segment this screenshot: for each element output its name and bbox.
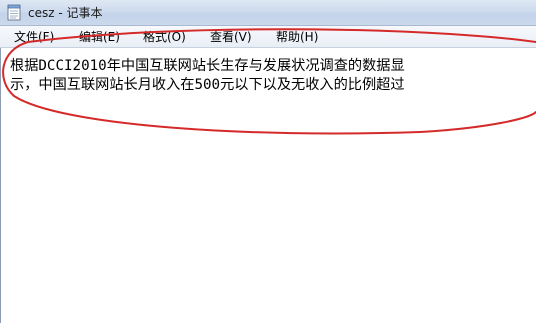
menu-help[interactable]: 帮助(H): [276, 29, 318, 45]
menu-edit[interactable]: 编辑(E): [79, 29, 120, 45]
menu-file[interactable]: 文件(F): [14, 29, 54, 45]
title-bar[interactable]: cesz - 记事本: [0, 0, 536, 26]
text-editor-area[interactable]: 根据DCCI2010年中国互联网站长生存与发展状况调查的数据显 示，中国互联网站…: [0, 48, 536, 323]
window-title: cesz - 记事本: [28, 6, 103, 20]
menu-view[interactable]: 查看(V): [210, 29, 252, 45]
notepad-icon: [7, 4, 21, 21]
notepad-window: cesz - 记事本 文件(F) 编辑(E) 格式(O) 查看(V) 帮助(H)…: [0, 0, 536, 323]
editor-line: 示，中国互联网站长月收入在500元以下以及无收入的比例超过: [10, 77, 405, 93]
menu-bar: 文件(F) 编辑(E) 格式(O) 查看(V) 帮助(H): [0, 26, 536, 48]
menu-format[interactable]: 格式(O): [143, 29, 186, 45]
editor-line: 根据DCCI2010年中国互联网站长生存与发展状况调查的数据显: [10, 58, 405, 74]
